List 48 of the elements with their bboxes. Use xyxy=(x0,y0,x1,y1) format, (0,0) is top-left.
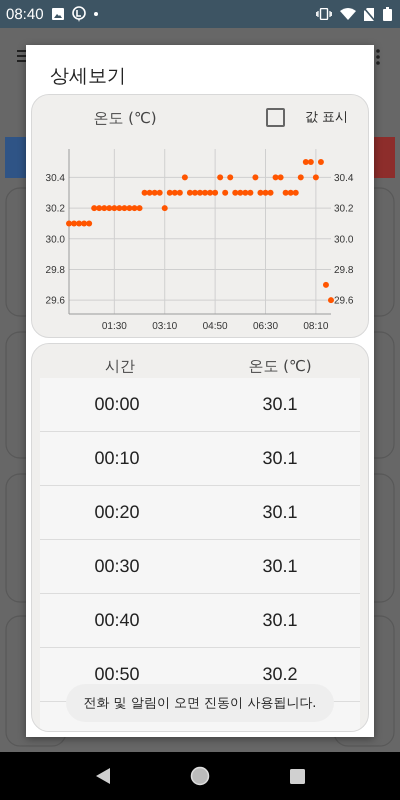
table-cell: 00:20 xyxy=(94,502,140,523)
toast-message: 전화 및 알림이 오면 진동이 사용됩니다. xyxy=(66,684,334,722)
table-cell: 00:40 xyxy=(94,610,140,631)
dialog-title: 상세보기 xyxy=(50,64,126,89)
no-sim-icon xyxy=(364,8,375,20)
notification-icon xyxy=(72,6,86,22)
status-time: 08:40 xyxy=(6,6,44,22)
checkbox[interactable] xyxy=(266,108,285,126)
table-cell: 30.1 xyxy=(262,556,298,577)
home-button[interactable] xyxy=(190,766,210,786)
y-tick-label: 30.0 xyxy=(46,234,65,246)
y-tick-label: 30.2 xyxy=(334,204,354,215)
recents-button[interactable] xyxy=(290,768,306,784)
battery-icon xyxy=(383,7,392,21)
column-header: 시간 xyxy=(105,357,135,376)
y-tick-label: 30.0 xyxy=(334,234,354,246)
vibrate-icon xyxy=(316,8,332,20)
table-cell: 30.1 xyxy=(262,610,298,631)
y-tick-label: 30.2 xyxy=(46,204,65,215)
table-cell: 00:30 xyxy=(94,556,140,577)
checkbox-label: 값 표시 xyxy=(304,109,348,126)
x-tick-label: 08:10 xyxy=(303,321,328,332)
y-tick-label: 30.4 xyxy=(334,172,354,184)
back-button[interactable] xyxy=(94,768,111,784)
table-cell: 00:50 xyxy=(94,664,140,685)
table-cell: 30.1 xyxy=(262,394,298,415)
tab-background xyxy=(5,137,26,178)
y-tick-label: 29.8 xyxy=(334,265,354,276)
y-tick-label: 29.8 xyxy=(46,265,65,276)
chart-title: 온도 (℃) xyxy=(92,108,158,128)
more-icon xyxy=(376,49,380,65)
image-icon xyxy=(52,8,64,20)
y-tick-label: 30.4 xyxy=(46,172,65,184)
y-tick-label: 29.6 xyxy=(46,296,65,307)
table-cell: 00:10 xyxy=(94,448,140,469)
x-tick-label: 06:30 xyxy=(252,321,278,332)
table-cell: 00:00 xyxy=(94,394,140,415)
table-cell: 30.1 xyxy=(262,502,298,523)
dot-icon xyxy=(94,12,98,16)
x-tick-label: 04:50 xyxy=(202,321,228,332)
tab-background xyxy=(374,137,395,178)
wifi-icon xyxy=(340,8,356,20)
column-header: 온도 (℃) xyxy=(248,357,312,376)
y-tick-label: 29.6 xyxy=(334,296,354,307)
table-cell: 30.2 xyxy=(262,664,298,685)
x-tick-label: 03:10 xyxy=(152,321,178,332)
x-tick-label: 01:30 xyxy=(102,321,127,332)
table-cell: 30.1 xyxy=(262,448,298,469)
